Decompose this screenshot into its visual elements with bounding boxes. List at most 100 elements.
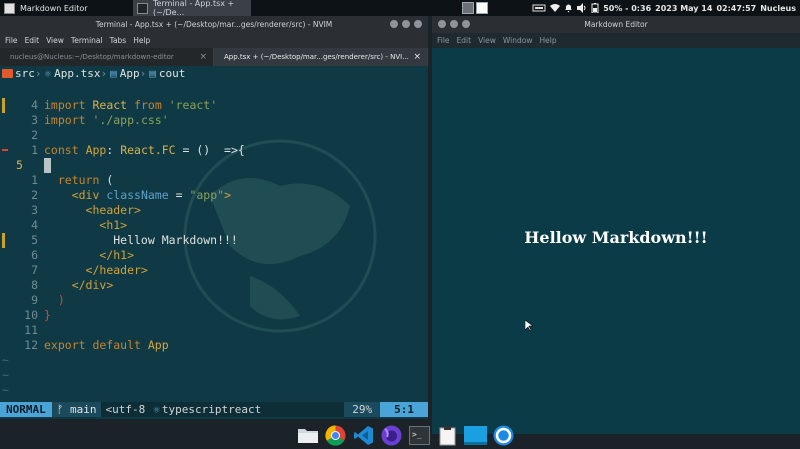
tab-close-icon[interactable]: ×: [413, 52, 421, 62]
code-line: 5 Hellow Markdown!!!: [0, 233, 428, 248]
menu-window[interactable]: Window: [503, 36, 533, 45]
close-button[interactable]: [414, 20, 422, 28]
top-panel: Markdown Editor Terminal - App.tsx + (~/…: [0, 0, 800, 17]
empty-line-marker: ~: [2, 383, 9, 397]
markdown-editor-app-icon: [4, 2, 15, 14]
rendered-heading: Hellow Markdown!!!: [524, 228, 708, 247]
code-line: 2: [31, 128, 38, 142]
terminal-app-icon: [137, 2, 148, 14]
window-title: Terminal - App.tsx + (~/Desktop/mar...ge…: [95, 20, 333, 29]
menu-view[interactable]: View: [478, 36, 496, 45]
terminal-window: Terminal - App.tsx + (~/Desktop/mar...ge…: [0, 16, 428, 419]
taskbar-label: Markdown Editor: [20, 3, 88, 13]
mode-indicator: NORMAL: [0, 402, 52, 417]
scroll-percent: 29%: [344, 402, 381, 417]
file-type: typescriptreact: [161, 403, 262, 416]
firefox-icon[interactable]: [380, 424, 403, 447]
git-branch: ᚠ main: [51, 402, 102, 417]
menu-edit[interactable]: Edit: [25, 36, 40, 45]
menu-help[interactable]: Help: [133, 36, 150, 45]
terminal-tabbar: nucleus@Nucleus:~/Desktop/markdown-edito…: [0, 48, 428, 66]
markdown-titlebar[interactable]: Markdown Editor: [432, 16, 800, 33]
breadcrumb-symbol-cout: cout: [158, 67, 186, 80]
taskbar-item-terminal[interactable]: Terminal - App.tsx + (~/De...: [133, 0, 251, 17]
chevron-right-icon: ›: [34, 67, 42, 80]
dock: >_: [296, 421, 515, 449]
menu-file[interactable]: File: [437, 36, 450, 45]
code-line: 11: [24, 323, 38, 337]
code-line: 12 export default App: [24, 338, 169, 352]
minimize-button[interactable]: [450, 20, 458, 28]
git-branch-icon: ᚠ: [56, 403, 70, 416]
minimize-button[interactable]: [390, 20, 398, 28]
maximize-button[interactable]: [462, 20, 470, 28]
code-line: 3 import './app.css': [31, 113, 169, 127]
workspace-2-button[interactable]: [476, 2, 488, 14]
code-line: 1 return (: [31, 173, 114, 187]
network-icon[interactable]: [532, 3, 546, 13]
clock-date: 2023 May 14: [655, 3, 713, 13]
menu-tabs[interactable]: Tabs: [110, 36, 127, 45]
tab-shell[interactable]: nucleus@Nucleus:~/Desktop/markdown-edito…: [0, 48, 214, 66]
tab-label: App.tsx + (~/Desktop/mar...ges/renderer/…: [224, 53, 409, 61]
code-line: 9 ): [31, 293, 65, 307]
code-line: 4 import React from 'react': [0, 98, 428, 113]
folder-icon: [2, 69, 13, 78]
react-icon: ⚛: [44, 67, 52, 80]
cursor-position: 5:1: [380, 402, 428, 417]
tab-nvim[interactable]: App.tsx + (~/Desktop/mar...ges/renderer/…: [214, 48, 428, 66]
git-branch-name: main: [69, 403, 97, 416]
markdown-editor-window: Markdown Editor File Edit View Window He…: [432, 16, 800, 434]
vscode-icon[interactable]: [352, 424, 375, 447]
code-line: 1 const App: React.FC = () =>{: [0, 143, 428, 158]
workspace-1-button[interactable]: [462, 2, 474, 14]
nvim-statusline: NORMAL ᚠ main <utf-8 ⚛ typescriptreact 2…: [0, 402, 428, 417]
file-encoding: <utf-8: [105, 403, 146, 416]
code-line: 8 </div>: [31, 278, 114, 292]
menu-edit[interactable]: Edit: [457, 36, 472, 45]
user-name[interactable]: Nucleus: [760, 4, 796, 13]
tab-close-icon[interactable]: ×: [199, 52, 207, 62]
system-tray: 50% - 0:36 2023 May 14 02:47:57 Nucleus: [532, 0, 800, 16]
window-controls: [390, 20, 422, 28]
menu-view[interactable]: View: [46, 36, 64, 45]
menu-file[interactable]: File: [5, 36, 18, 45]
notification-bell-icon[interactable]: [564, 3, 573, 13]
terminal-titlebar[interactable]: Terminal - App.tsx + (~/Desktop/mar...ge…: [0, 16, 428, 33]
wifi-icon[interactable]: [550, 3, 561, 13]
symbol-icon: ▤: [110, 67, 117, 80]
terminal-menubar: File Edit View Terminal Tabs Help: [0, 33, 428, 48]
menu-help[interactable]: Help: [539, 36, 556, 45]
breadcrumb-file: App.tsx: [54, 67, 101, 80]
chevron-right-icon: ›: [139, 67, 147, 80]
files-folder-icon[interactable]: [296, 424, 319, 447]
volume-icon[interactable]: [577, 3, 587, 13]
window-title: Markdown Editor: [584, 20, 648, 29]
code-line: 2 <div className = "app">: [31, 188, 231, 202]
battery-icon[interactable]: [591, 3, 599, 13]
nvim-editor[interactable]: src › ⚛ App.tsx › ▤ App › ▤ cout 4 import…: [0, 66, 428, 400]
text-cursor: [44, 158, 51, 173]
clipboard-icon[interactable]: [436, 424, 459, 447]
chrome-icon[interactable]: [324, 424, 347, 447]
react-filetype-icon: ⚛: [153, 403, 160, 416]
menu-terminal[interactable]: Terminal: [71, 36, 103, 45]
taskbar-item-markdown-editor[interactable]: Markdown Editor: [0, 0, 130, 16]
terminal-icon[interactable]: >_: [408, 424, 431, 447]
clock-time: 02:47:57: [716, 3, 757, 13]
svg-text:>_: >_: [412, 430, 422, 439]
code-line-current: 5: [0, 158, 428, 173]
maximize-button[interactable]: [402, 20, 410, 28]
symbol-icon: ▤: [149, 67, 156, 80]
close-button[interactable]: [438, 20, 446, 28]
breadcrumb-symbol-app: App: [119, 67, 140, 80]
desktop-icon[interactable]: [464, 424, 487, 447]
window-controls: [438, 20, 470, 28]
breadcrumb-folder: src: [15, 67, 35, 80]
taskbar-label: Terminal - App.tsx + (~/De...: [153, 0, 235, 17]
mouse-pointer-icon: [525, 320, 533, 332]
app-circle-icon[interactable]: [492, 424, 515, 447]
nvim-winbar: src › ⚛ App.tsx › ▤ App › ▤ cout: [0, 66, 185, 81]
code-line: 10}: [24, 308, 51, 322]
code-line: 3 <header>: [31, 203, 141, 217]
